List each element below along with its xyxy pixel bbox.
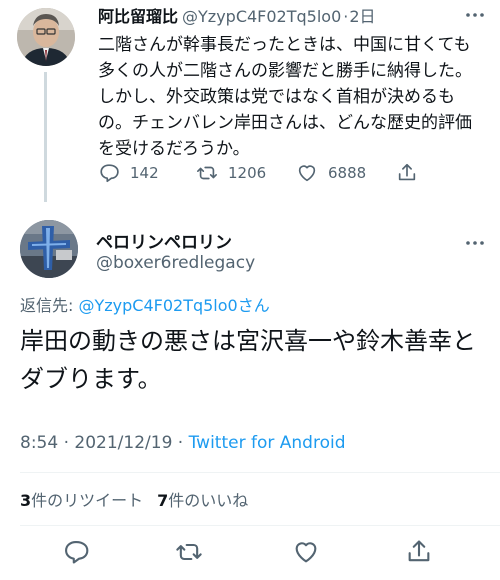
parent-reply-count: 142 <box>130 164 159 182</box>
retweet-button[interactable] <box>175 538 205 568</box>
reply-to-mention-link[interactable]: @YzypC4F02Tq5lo0さん <box>78 296 269 315</box>
thread-connector-line <box>44 72 47 202</box>
tweet-metadata: 8:54 · 2021/12/19 · Twitter for Android <box>20 433 346 453</box>
parent-retweet-button[interactable]: 1206 <box>196 162 266 184</box>
meta-separator: · <box>172 433 189 453</box>
reply-to-line: 返信先: @YzypC4F02Tq5lo0さん <box>20 292 270 316</box>
parent-reply-button[interactable]: 142 <box>98 162 159 184</box>
main-author-handle[interactable]: @boxer6redlegacy <box>96 253 255 273</box>
retweet-stat-link[interactable]: 3件のリツイート <box>20 491 143 510</box>
like-stat-label: 件のいいね <box>168 491 249 510</box>
parent-retweet-count: 1206 <box>228 164 267 182</box>
more-icon[interactable] <box>464 232 486 259</box>
retweet-icon <box>176 543 202 561</box>
tweet-client-link[interactable]: Twitter for Android <box>189 433 346 453</box>
reply-icon <box>65 541 89 564</box>
tweet-time[interactable]: 8:54 <box>20 433 58 453</box>
parent-tweet-header: 阿比留瑠比 @YzypC4F02Tq5lo0·2日 <box>98 6 376 28</box>
heart-icon <box>298 165 316 182</box>
retweet-stat-label: 件のリツイート <box>31 491 144 510</box>
share-icon <box>398 163 416 181</box>
parent-like-button[interactable]: 6888 <box>296 162 366 184</box>
reply-icon <box>100 164 119 183</box>
like-stat-count: 7 <box>157 491 169 510</box>
share-icon <box>408 540 430 562</box>
reply-button[interactable] <box>62 538 92 568</box>
retweet-stat-count: 3 <box>20 491 32 510</box>
parent-author-avatar[interactable] <box>17 8 75 66</box>
meta-separator: · <box>58 433 75 453</box>
divider <box>20 472 500 473</box>
more-icon[interactable] <box>464 4 486 31</box>
engagement-stats: 3件のリツイート 7件のいいね <box>20 487 248 511</box>
parent-tweet-time[interactable]: 2日 <box>349 7 375 26</box>
parent-author-name[interactable]: 阿比留瑠比 <box>98 7 178 26</box>
retweet-icon <box>197 166 217 180</box>
main-author-avatar[interactable] <box>20 220 78 278</box>
main-tweet-actions <box>0 538 500 570</box>
header-separator: · <box>343 7 349 26</box>
tweet-date[interactable]: 2021/12/19 <box>74 433 172 453</box>
main-author-name[interactable]: ペロリンペロリン <box>96 228 232 253</box>
parent-author-handle[interactable]: @YzypC4F02Tq5lo0 <box>182 7 341 26</box>
main-tweet-text: 岸田の動きの悪さは宮沢喜一や鈴木善幸とダブります。 <box>20 327 476 393</box>
heart-icon <box>295 542 317 563</box>
like-stat-link[interactable]: 7件のいいね <box>157 491 248 510</box>
divider <box>20 525 500 526</box>
like-button[interactable] <box>292 538 322 568</box>
parent-share-button[interactable] <box>396 162 418 184</box>
parent-tweet[interactable]: 阿比留瑠比 @YzypC4F02Tq5lo0·2日 二階さんが幹事長だったときは、… <box>0 0 500 202</box>
parent-tweet-actions: 142 1206 6888 <box>98 162 428 188</box>
reply-to-prefix: 返信先: <box>20 296 79 315</box>
share-button[interactable] <box>405 538 435 568</box>
parent-tweet-text: 二階さんが幹事長だったときは、中国に甘くても多くの人が二階さんの影響だと勝手に納… <box>98 35 472 159</box>
parent-like-count: 6888 <box>328 164 367 182</box>
